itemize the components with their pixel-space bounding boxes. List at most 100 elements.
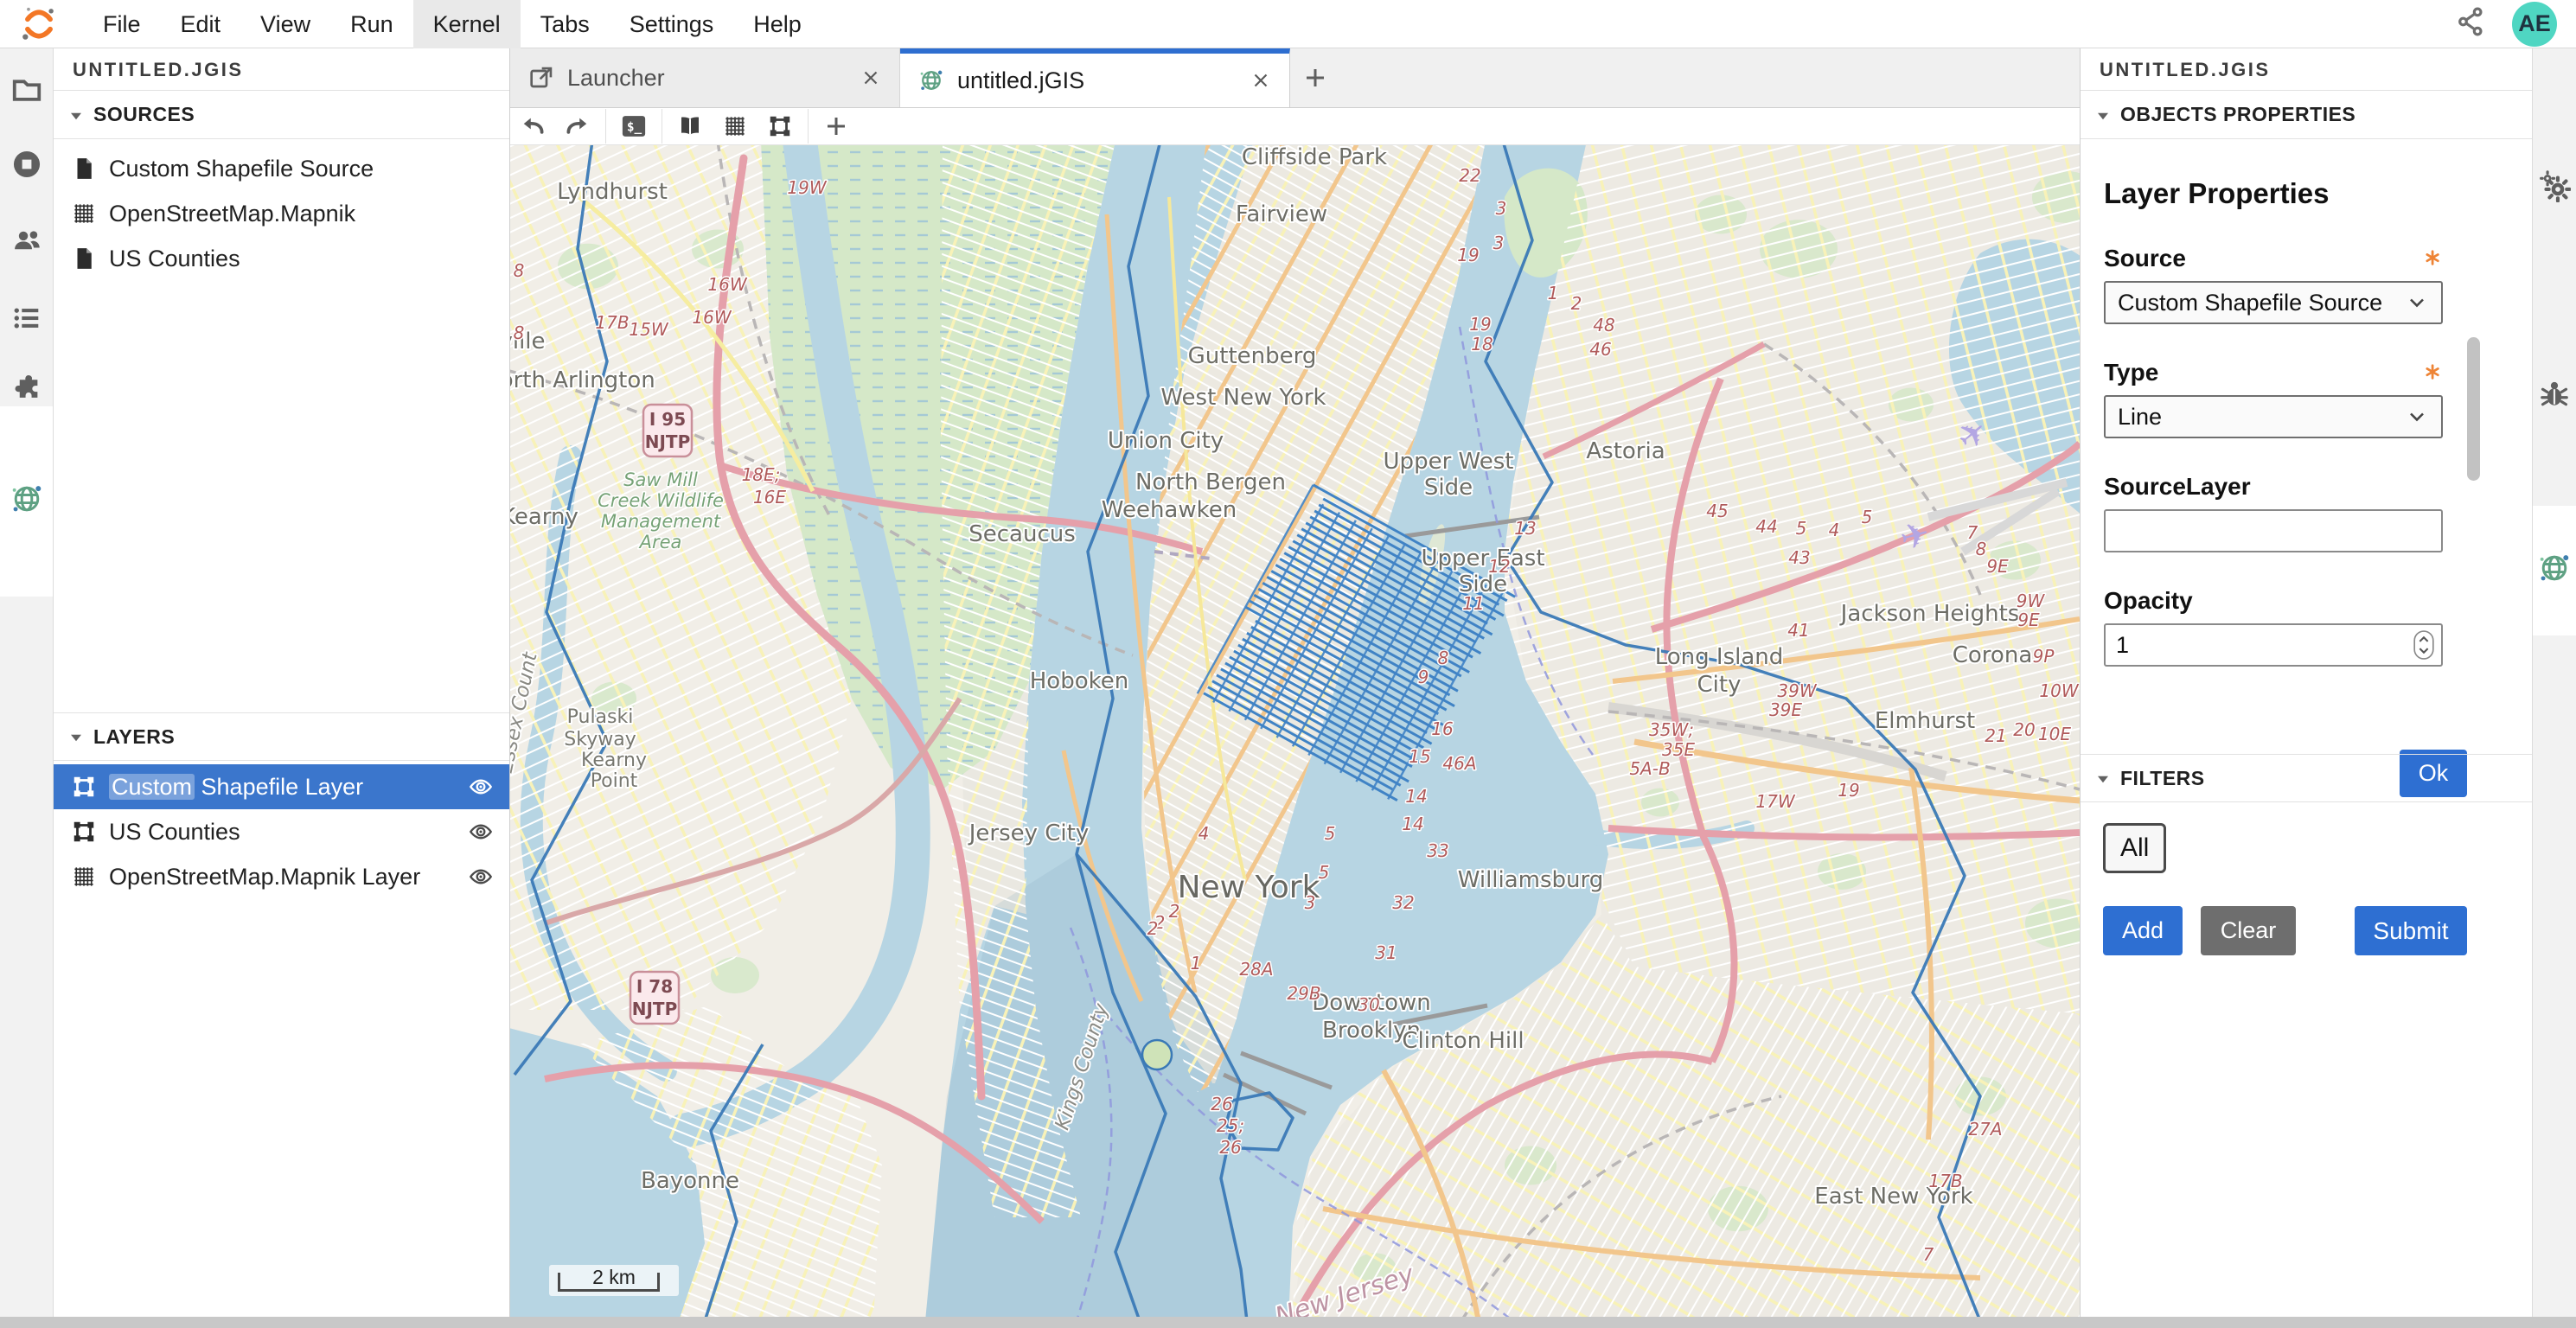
map-canvas[interactable]: ✈✈ I 95NJTP I 78NJTPCliffside ParkFairvi… bbox=[510, 145, 2080, 1317]
map-label: Area bbox=[638, 532, 682, 552]
tab-launcher[interactable]: Launcher bbox=[510, 48, 900, 107]
undo-button[interactable] bbox=[510, 109, 555, 144]
map-label: Astoria bbox=[1586, 438, 1665, 464]
new-vector-layer-button[interactable] bbox=[757, 109, 802, 144]
layer-item[interactable]: US Counties bbox=[54, 809, 509, 854]
scale-label: 2 km bbox=[549, 1266, 679, 1289]
number-spinner-icon[interactable] bbox=[2413, 630, 2434, 660]
map-label: Lyndhurst bbox=[557, 179, 668, 205]
map-label: 4 bbox=[1829, 520, 1840, 540]
map-viewport[interactable]: ✈✈ I 95NJTP I 78NJTPCliffside ParkFairvi… bbox=[510, 145, 2080, 1317]
left-sidebar-title: UNTITLED.JGIS bbox=[54, 48, 509, 91]
avatar[interactable]: AE bbox=[2512, 2, 2557, 47]
debugger-icon[interactable] bbox=[2538, 377, 2571, 410]
map-label: 44 bbox=[1755, 516, 1777, 537]
clear-filter-button[interactable]: Clear bbox=[2201, 906, 2296, 955]
menu-help[interactable]: Help bbox=[733, 0, 821, 48]
map-label: Union City bbox=[1108, 428, 1224, 454]
users-icon[interactable] bbox=[10, 224, 43, 257]
close-icon[interactable] bbox=[860, 67, 882, 89]
toolbar-separator bbox=[808, 109, 809, 144]
submit-filter-button[interactable]: Submit bbox=[2355, 906, 2467, 955]
menu-bar: FileEditViewRunKernelTabsSettingsHelp AE bbox=[0, 0, 2576, 48]
map-label: 2 bbox=[1147, 918, 1159, 939]
map-label: 30 bbox=[1358, 994, 1379, 1015]
vector-icon bbox=[71, 774, 97, 800]
map-label: 5A-B bbox=[1629, 758, 1670, 779]
console-button[interactable]: $_ bbox=[611, 109, 656, 144]
jupyterlab-window: FileEditViewRunKernelTabsSettingsHelp AE… bbox=[0, 0, 2576, 1328]
map-label: Secaucus bbox=[968, 521, 1076, 547]
map-label: Guttenberg bbox=[1188, 343, 1317, 369]
source-label: Source bbox=[2104, 245, 2186, 272]
filter-all-chip[interactable]: All bbox=[2103, 823, 2166, 873]
sources-list: Custom Shapefile SourceOpenStreetMap.Map… bbox=[54, 139, 509, 281]
map-label: Point bbox=[591, 770, 638, 792]
menu-kernel[interactable]: Kernel bbox=[413, 0, 521, 48]
menu-view[interactable]: View bbox=[240, 0, 330, 48]
map-label: 29B bbox=[1287, 983, 1320, 1004]
extensions-icon[interactable] bbox=[10, 371, 43, 404]
menu-edit[interactable]: Edit bbox=[161, 0, 241, 48]
layer-item[interactable]: Custom Shapefile Layer bbox=[54, 764, 509, 809]
source-item[interactable]: Custom Shapefile Source bbox=[54, 146, 509, 191]
new-raster-layer-button[interactable] bbox=[713, 109, 757, 144]
opacity-input[interactable] bbox=[2104, 623, 2443, 667]
map-label: 21 bbox=[1985, 725, 2006, 746]
new-tab-button[interactable] bbox=[1290, 48, 1340, 107]
map-label: 35E bbox=[1662, 739, 1695, 760]
svg-text:$_: $_ bbox=[627, 121, 642, 135]
open-book-button[interactable] bbox=[668, 109, 713, 144]
route-shield: I 95NJTP bbox=[643, 405, 692, 456]
caret-down-icon bbox=[2093, 768, 2113, 788]
chevron-down-icon bbox=[2405, 405, 2429, 429]
visibility-eye-icon[interactable] bbox=[466, 865, 495, 888]
property-inspector-icon[interactable] bbox=[2538, 169, 2571, 202]
menu-settings[interactable]: Settings bbox=[610, 0, 734, 48]
visibility-eye-icon[interactable] bbox=[466, 820, 495, 843]
right-activity-bar bbox=[2532, 48, 2576, 1317]
objects-properties-header[interactable]: OBJECTS PROPERTIES bbox=[2081, 91, 2532, 139]
raster-icon bbox=[71, 201, 97, 227]
source-item[interactable]: US Counties bbox=[54, 236, 509, 281]
menu-run[interactable]: Run bbox=[330, 0, 413, 48]
layers-section-header[interactable]: LAYERS bbox=[54, 712, 509, 761]
type-select[interactable]: Line bbox=[2104, 395, 2443, 438]
panel-scrollbar[interactable] bbox=[2467, 337, 2480, 481]
visibility-eye-icon[interactable] bbox=[466, 776, 495, 798]
table-of-contents-icon[interactable] bbox=[10, 302, 43, 335]
add-filter-button[interactable]: Add bbox=[2103, 906, 2183, 955]
layer-item-label: Custom Shapefile Layer bbox=[109, 774, 363, 801]
running-icon[interactable] bbox=[10, 148, 43, 181]
add-button[interactable] bbox=[814, 109, 859, 144]
menu-file[interactable]: File bbox=[83, 0, 161, 48]
filters-section-header[interactable]: FILTERS bbox=[2081, 754, 2532, 802]
map-label: 17W bbox=[1755, 791, 1795, 812]
map-label: 2 bbox=[1571, 293, 1582, 314]
layer-item[interactable]: OpenStreetMap.Mapnik Layer bbox=[54, 854, 509, 899]
sourcelayer-input[interactable] bbox=[2104, 509, 2443, 552]
sources-section-header[interactable]: SOURCES bbox=[54, 91, 509, 139]
source-select[interactable]: Custom Shapefile Source bbox=[2104, 281, 2443, 324]
map-label: 28A bbox=[1239, 959, 1273, 980]
file-icon bbox=[71, 156, 97, 182]
menu-tabs[interactable]: Tabs bbox=[521, 0, 610, 48]
map-label: 1 bbox=[1548, 283, 1559, 303]
map-label: Pulaski bbox=[567, 706, 634, 728]
map-label: 20 bbox=[2013, 719, 2035, 740]
redo-button[interactable] bbox=[555, 109, 600, 144]
map-label: 15 bbox=[1409, 746, 1430, 767]
source-item[interactable]: OpenStreetMap.Mapnik bbox=[54, 191, 509, 236]
tab-untitled-jgis[interactable]: untitled.jGIS bbox=[900, 48, 1290, 107]
map-label: 10W bbox=[2039, 680, 2079, 701]
share-icon[interactable] bbox=[2455, 5, 2488, 42]
jupytergis-icon[interactable] bbox=[9, 481, 45, 517]
tab-label: untitled.jGIS bbox=[957, 67, 1237, 94]
close-icon[interactable] bbox=[1250, 69, 1272, 92]
map-label: 22 bbox=[1459, 165, 1480, 186]
map-label: 26 bbox=[1219, 1137, 1241, 1158]
folder-icon[interactable] bbox=[10, 73, 43, 105]
map-label: Upper West bbox=[1384, 449, 1514, 475]
map-label: 19 bbox=[1469, 314, 1491, 335]
jupytergis-icon[interactable] bbox=[2536, 550, 2573, 586]
